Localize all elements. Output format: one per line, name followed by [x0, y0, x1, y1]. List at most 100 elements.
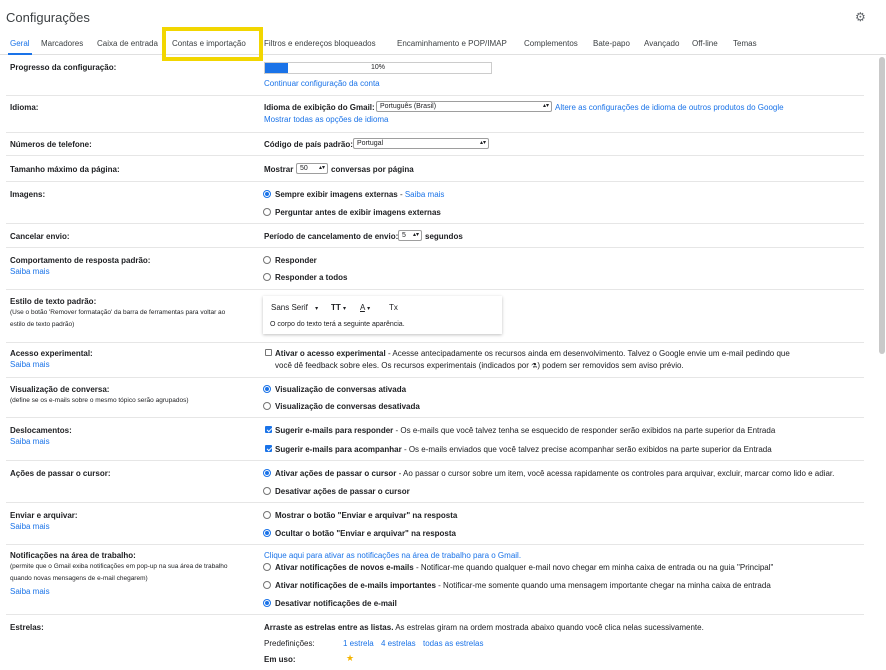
text-style-preview: O corpo do texto terá a seguinte aparênc… [270, 321, 405, 328]
tab-marcadores[interactable]: Marcadores [41, 39, 83, 48]
country-code-select[interactable]: Portugal ▴▾ [353, 138, 489, 149]
nudge-followup-checkbox[interactable] [265, 445, 272, 452]
send-archive-learn-more-link[interactable]: Saiba mais [10, 522, 50, 531]
progress-bar: 10% [264, 62, 492, 74]
phone-field-label: Código de país padrão: [264, 140, 353, 149]
reply-radio[interactable] [263, 256, 271, 264]
row-experimental: Acesso experimental: Saiba mais Ativar o… [6, 343, 864, 378]
page-size-select[interactable]: 50 ▴▾ [296, 163, 328, 174]
country-selected: Portugal [357, 140, 384, 147]
dropdown-arrow-icon: ▾ [315, 306, 319, 312]
notify-off-label: Desativar notificações de e-mail [275, 599, 397, 608]
tab-encaminhamento[interactable]: Encaminhamento e POP/IMAP [397, 39, 507, 48]
nudges-label: Deslocamentos: [10, 426, 72, 435]
reply-all-option-label: Responder a todos [275, 273, 348, 282]
experimental-learn-more-link[interactable]: Saiba mais [10, 360, 50, 369]
notify-new-text: Ativar notificações de novos e-mails - N… [275, 563, 773, 572]
notify-important-radio[interactable] [263, 581, 271, 589]
notify-off-radio[interactable] [263, 599, 271, 607]
stars-intro: Arraste as estrelas entre as listas. As … [264, 623, 704, 632]
language-select[interactable]: Português (Brasil) ▴▾ [376, 101, 552, 112]
notify-important-desc: - Notificar-me somente quando uma mensag… [435, 581, 771, 590]
yellow-star-icon[interactable]: ★ [346, 653, 354, 664]
experimental-checkbox[interactable] [265, 349, 272, 356]
preset-1-star-link[interactable]: 1 estrela [343, 639, 374, 648]
notifications-label: Notificações na área de trabalho: [10, 551, 136, 560]
nudge-followup-desc: - Os e-mails enviados que você talvez pr… [401, 445, 772, 454]
tab-complementos[interactable]: Complementos [524, 39, 578, 48]
notifications-hint-2: quando novas mensagens de e-mail chegare… [10, 575, 148, 582]
reply-learn-more-link[interactable]: Saiba mais [10, 267, 50, 276]
images-separator: - [397, 190, 405, 199]
gear-icon[interactable]: ⚙ [855, 11, 867, 23]
hover-off-radio[interactable] [263, 487, 271, 495]
conversation-on-label: Visualização de conversas ativada [275, 385, 407, 394]
hover-on-text: Ativar ações de passar o cursor - Ao pas… [275, 469, 834, 478]
text-color-dropdown[interactable]: A ▾ [360, 303, 370, 312]
preset-all-stars-link[interactable]: todas as estrelas [423, 639, 483, 648]
text-style-editor: Sans Serif ▾ TT ▾ A ▾ Tx O corpo do text… [263, 296, 502, 334]
images-ask-radio[interactable] [263, 208, 271, 216]
conversation-off-radio[interactable] [263, 402, 271, 410]
hover-off-label: Desativar ações de passar o cursor [275, 487, 410, 496]
row-hover: Ações de passar o cursor: Ativar ações d… [6, 461, 864, 503]
page-size-prefix: Mostrar [264, 165, 294, 174]
tab-off-line[interactable]: Off-line [692, 39, 718, 48]
tab-avancado[interactable]: Avançado [644, 39, 679, 48]
hover-on-radio[interactable] [263, 469, 271, 477]
tab-filtros[interactable]: Filtros e endereços bloqueados [264, 39, 376, 48]
language-selected: Português (Brasil) [380, 103, 437, 110]
send-archive-show-radio[interactable] [263, 511, 271, 519]
stars-presets-label: Predefinições: [264, 639, 315, 648]
remove-formatting-icon[interactable]: Tx [389, 303, 398, 312]
row-notifications: Notificações na área de trabalho: (permi… [6, 545, 864, 615]
send-archive-hide-label: Ocultar o botão "Enviar e arquivar" na r… [275, 529, 456, 538]
tab-caixa-de-entrada[interactable]: Caixa de entrada [97, 39, 158, 48]
reply-label: Comportamento de resposta padrão: [10, 256, 151, 265]
undo-send-select[interactable]: 5 ▴▾ [398, 230, 422, 241]
continue-setup-link[interactable]: Continuar configuração da conta [264, 79, 380, 88]
preset-4-stars-link[interactable]: 4 estrelas [381, 639, 416, 648]
tab-geral[interactable]: Geral [10, 39, 30, 48]
stars-intro-bold: Arraste as estrelas entre as listas. [264, 623, 394, 632]
all-language-options-link[interactable]: Mostrar todas as opções de idioma [264, 115, 389, 124]
stars-intro-rest: As estrelas giram na ordem mostrada abai… [393, 623, 704, 632]
dropdown-arrow-icon: ▾ [343, 306, 347, 312]
scrollbar-thumb[interactable] [879, 57, 885, 354]
images-always-radio[interactable] [263, 190, 271, 198]
images-learn-more-link[interactable]: Saiba mais [405, 190, 445, 199]
notify-new-label: Ativar notificações de novos e-mails [275, 563, 414, 572]
page-size-suffix: conversas por página [331, 165, 414, 174]
send-archive-show-label: Mostrar o botão "Enviar e arquivar" na r… [275, 511, 458, 520]
undo-send-selected: 5 [402, 232, 406, 239]
notify-new-radio[interactable] [263, 563, 271, 571]
language-field-label: Idioma de exibição do Gmail: [264, 103, 375, 112]
nudge-reply-checkbox[interactable] [265, 426, 272, 433]
tab-bate-papo[interactable]: Bate-papo [593, 39, 630, 48]
text-color-icon: A [360, 303, 365, 312]
reply-all-radio[interactable] [263, 273, 271, 281]
experimental-option-label: Ativar o acesso experimental [275, 349, 386, 358]
hover-on-desc: - Ao passar o cursor sobre um item, você… [396, 469, 835, 478]
other-products-language-link[interactable]: Altere as configurações de idioma de out… [555, 103, 784, 112]
notifications-learn-more-link[interactable]: Saiba mais [10, 587, 50, 596]
nudges-learn-more-link[interactable]: Saiba mais [10, 437, 50, 446]
row-nudges: Deslocamentos: Saiba mais Sugerir e-mail… [6, 418, 864, 461]
send-archive-hide-radio[interactable] [263, 529, 271, 537]
row-page-size: Tamanho máximo da página: Mostrar 50 ▴▾ … [6, 156, 864, 182]
reply-option-label: Responder [275, 256, 317, 265]
images-ask-label: Perguntar antes de exibir imagens extern… [275, 208, 441, 217]
language-label: Idioma: [10, 103, 39, 112]
nudge-reply-desc: - Os e-mails que você talvez tenha se es… [393, 426, 776, 435]
row-phone: Números de telefone: Código de país padr… [6, 133, 864, 156]
tab-temas[interactable]: Temas [733, 39, 757, 48]
hover-on-label: Ativar ações de passar o cursor [275, 469, 397, 478]
notify-important-label: Ativar notificações de e-mails important… [275, 581, 436, 590]
nudge-reply-text: Sugerir e-mails para responder - Os e-ma… [275, 426, 775, 435]
enable-desktop-notifications-link[interactable]: Clique aqui para ativar as notificações … [264, 551, 521, 560]
font-family-dropdown[interactable]: Sans Serif ▾ [271, 303, 318, 312]
page-title: Configurações [6, 10, 90, 25]
conversation-on-radio[interactable] [263, 385, 271, 393]
font-size-dropdown[interactable]: TT ▾ [331, 303, 346, 312]
row-progress: Progresso da configuração: 10% Continuar… [6, 56, 864, 96]
